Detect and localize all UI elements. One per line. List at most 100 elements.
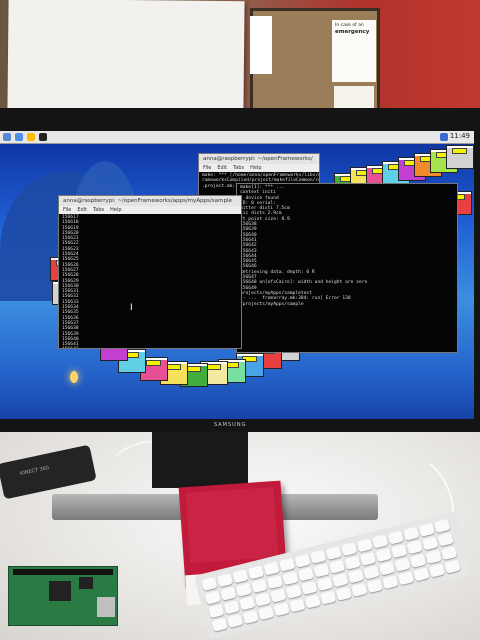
- terminal-title: anna@raspberrypi: ~/openFrameworks/apps/…: [59, 196, 241, 206]
- keyboard-key[interactable]: [437, 532, 454, 547]
- keyboard-key[interactable]: [251, 578, 268, 593]
- keyboard-key[interactable]: [390, 544, 408, 559]
- ram-chip: [79, 577, 93, 589]
- keyboard-key[interactable]: [239, 596, 256, 611]
- keyboard-key[interactable]: [347, 569, 365, 584]
- keyboard-key[interactable]: [397, 571, 415, 586]
- keyboard-key[interactable]: [301, 580, 318, 595]
- terminal-line: 156642: [62, 347, 238, 348]
- pinned-note: [250, 16, 272, 74]
- window-label: [166, 364, 181, 370]
- folder-icon[interactable]: [27, 133, 35, 141]
- terminal-window-right[interactable]: make[1]: *** ... context initi 1 device fo…: [236, 183, 458, 353]
- keyboard-key[interactable]: [266, 575, 284, 590]
- keyboard-key[interactable]: [394, 557, 411, 572]
- keyboard-key[interactable]: [366, 578, 383, 594]
- keyboard-key[interactable]: [254, 592, 271, 607]
- keyboard-key[interactable]: [201, 576, 218, 592]
- keyboard-key[interactable]: [425, 549, 442, 564]
- box-artwork: [185, 487, 279, 563]
- keyboard-key[interactable]: [242, 609, 259, 625]
- keyboard-key[interactable]: [418, 522, 435, 537]
- keyboard-key[interactable]: [278, 557, 296, 572]
- keyboard-key[interactable]: [406, 540, 423, 555]
- menu-icon[interactable]: [3, 133, 11, 141]
- keyboard-key[interactable]: [226, 613, 244, 628]
- menu-tabs[interactable]: Tabs: [93, 207, 104, 213]
- menu-edit[interactable]: Edit: [77, 207, 87, 213]
- keyboard-key[interactable]: [297, 567, 315, 582]
- keyboard-key[interactable]: [258, 606, 275, 621]
- keyboard-key[interactable]: [294, 553, 311, 568]
- cpu-chip: [49, 581, 71, 601]
- keyboard-key[interactable]: [220, 586, 237, 601]
- keyboard-key[interactable]: [273, 602, 290, 617]
- wall-poster: [7, 0, 245, 114]
- keyboard-key[interactable]: [270, 588, 287, 603]
- keyboard-key[interactable]: [351, 582, 368, 597]
- keyboard-key[interactable]: [316, 577, 333, 592]
- keyboard-key[interactable]: [235, 582, 252, 597]
- keyboard-key[interactable]: [282, 571, 299, 586]
- window-label: [146, 360, 161, 366]
- keyboard-key[interactable]: [285, 584, 302, 599]
- menu-file[interactable]: File: [203, 165, 211, 171]
- text-cursor-icon: I: [130, 303, 133, 313]
- menu-tabs[interactable]: Tabs: [233, 165, 244, 171]
- keyboard-key[interactable]: [332, 573, 349, 588]
- keyboard-key[interactable]: [428, 563, 446, 578]
- terminal-icon[interactable]: [39, 133, 47, 141]
- keyboard-key[interactable]: [344, 555, 361, 570]
- keyboard-key[interactable]: [263, 561, 280, 576]
- menu-help[interactable]: Help: [250, 165, 261, 171]
- keyboard-key[interactable]: [320, 590, 337, 605]
- pinned-card: [334, 86, 374, 110]
- keyboard-key[interactable]: [247, 565, 265, 580]
- terminal-output: make[1]: *** ... context initi 1 device fo…: [237, 184, 457, 308]
- raspberry-pi-board: [8, 566, 118, 626]
- keyboard-key[interactable]: [223, 600, 240, 615]
- keyboard-key[interactable]: [434, 518, 451, 533]
- keyboard-key[interactable]: [341, 542, 358, 557]
- keyboard-key[interactable]: [304, 594, 321, 609]
- keyboard-key[interactable]: [356, 538, 373, 553]
- keyboard-key[interactable]: [211, 617, 228, 632]
- keyboard-key[interactable]: [372, 534, 389, 549]
- keyboard-key[interactable]: [359, 551, 377, 566]
- bluetooth-icon[interactable]: [440, 133, 448, 141]
- browser-icon[interactable]: [15, 133, 23, 141]
- keyboard-key[interactable]: [232, 569, 249, 584]
- keyboard-key[interactable]: [335, 586, 352, 601]
- lantern: [70, 371, 78, 383]
- keyboard-key[interactable]: [216, 573, 234, 588]
- keyboard-key[interactable]: [328, 559, 346, 574]
- keyboard-key[interactable]: [444, 559, 461, 574]
- monitor-screen: 11:49 anna@raspberrypi: ~/openFrameworks…: [0, 131, 474, 419]
- keyboard-key[interactable]: [375, 547, 392, 563]
- panel-clock: 11:49: [449, 132, 470, 140]
- monitor-stand: [152, 430, 248, 488]
- usb-port: [97, 597, 115, 617]
- keyboard-key[interactable]: [440, 546, 458, 561]
- keyboard-key[interactable]: [382, 575, 399, 590]
- color-window[interactable]: [446, 145, 474, 169]
- keyboard-key[interactable]: [378, 561, 396, 576]
- keyboard-key[interactable]: [387, 530, 404, 545]
- keyboard-key[interactable]: [363, 565, 380, 580]
- keyboard-key[interactable]: [309, 549, 327, 564]
- monitor-brand-label: SAMSUNG: [214, 422, 247, 428]
- keyboard-key[interactable]: [325, 545, 342, 561]
- terminal-window-front[interactable]: anna@raspberrypi: ~/openFrameworks/apps/…: [58, 195, 242, 349]
- keyboard-key[interactable]: [409, 553, 427, 568]
- keyboard-key[interactable]: [313, 563, 330, 578]
- keyboard-key[interactable]: [289, 598, 306, 613]
- menu-edit[interactable]: Edit: [217, 165, 227, 171]
- keyboard-key[interactable]: [413, 567, 430, 582]
- keyboard-key[interactable]: [208, 604, 225, 619]
- keyboard-key[interactable]: [204, 590, 221, 605]
- keyboard-key[interactable]: [403, 526, 420, 541]
- desktop-panel: 11:49: [0, 131, 474, 144]
- keyboard-key[interactable]: [422, 536, 439, 551]
- menu-help[interactable]: Help: [110, 207, 121, 213]
- menu-file[interactable]: File: [63, 207, 71, 213]
